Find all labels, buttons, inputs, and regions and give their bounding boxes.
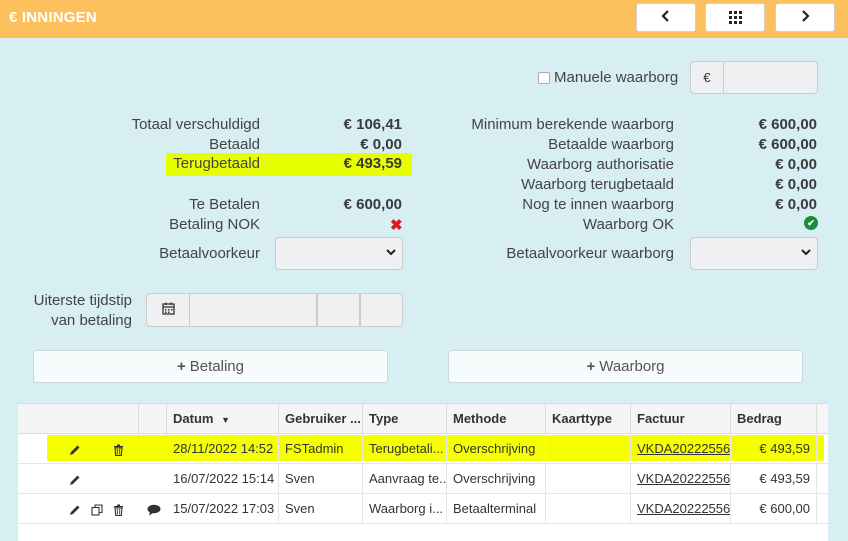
invoice-link[interactable]: VKDA20222556 <box>631 434 731 464</box>
column-header-invoice[interactable]: Factuur <box>631 404 731 435</box>
cell-method: Overschrijving <box>447 464 546 494</box>
chevron-down-icon <box>801 246 811 260</box>
cell-method: Betaalterminal <box>447 494 546 524</box>
trash-icon[interactable] <box>113 494 124 524</box>
check-circle-icon: ✔ <box>804 216 818 230</box>
column-header-amount[interactable]: Bedrag <box>731 404 817 435</box>
cell-cardtype <box>546 464 631 494</box>
comment-icon[interactable] <box>147 494 161 524</box>
deposit-ok-label: Waarborg OK <box>582 216 674 233</box>
total-due-label: Totaal verschuldigd <box>131 116 260 133</box>
cross-icon: ✖ <box>390 217 403 234</box>
pencil-icon[interactable] <box>69 494 81 524</box>
copy-icon[interactable] <box>91 494 103 524</box>
paid-label: Betaald <box>209 136 260 153</box>
payment-pref-label: Betaalvoorkeur <box>159 245 260 262</box>
deadline-label-line2: van betaling <box>51 312 132 329</box>
cell-type: Terugbetali... <box>363 434 447 464</box>
paid-deposit-label: Betaalde waarborg <box>548 136 674 153</box>
cell-method: Overschrijving <box>447 434 546 464</box>
deposit-auth-label: Waarborg authorisatie <box>526 156 674 173</box>
add-deposit-label: Waarborg <box>599 358 665 375</box>
chevron-right-icon <box>800 9 810 27</box>
overview-button[interactable] <box>705 3 765 32</box>
euro-addon: € <box>690 61 724 94</box>
refunded-label: Terugbetaald <box>173 155 260 172</box>
table-row[interactable]: 15/07/2022 17:03 Sven Waarborg i... Beta… <box>18 494 828 524</box>
cell-user: Sven <box>279 494 363 524</box>
pencil-icon[interactable] <box>69 434 81 464</box>
min-deposit-value: € 600,00 <box>758 116 817 133</box>
chevron-down-icon <box>386 246 396 260</box>
deposit-outstanding-label: Nog te innen waarborg <box>522 196 674 213</box>
manual-deposit-label: Manuele waarborg <box>554 69 679 86</box>
cell-type: Aanvraag te... <box>363 464 447 494</box>
to-pay-label: Te Betalen <box>189 196 260 213</box>
caret-down-icon: ▼ <box>221 415 230 425</box>
column-header-user[interactable]: Gebruiker ... <box>279 404 363 435</box>
deposit-refunded-label: Waarborg terugbetaald <box>521 176 674 193</box>
add-payment-button[interactable]: + Betaling <box>33 350 388 383</box>
actions-column-header <box>18 404 139 435</box>
total-due-value: € 106,41 <box>343 116 402 133</box>
add-payment-label: Betaling <box>189 358 244 375</box>
comment-column-header <box>139 404 167 435</box>
deadline-label-line1: Uiterste tijdstip <box>33 292 132 309</box>
next-button[interactable] <box>775 3 835 32</box>
trash-icon[interactable] <box>113 434 124 464</box>
paid-deposit-value: € 600,00 <box>758 136 817 153</box>
cell-type: Waarborg i... <box>363 494 447 524</box>
column-header-date[interactable]: Datum ▼ <box>167 404 279 435</box>
cell-date: 16/07/2022 15:14 <box>167 464 279 494</box>
deposit-outstanding-value: € 0,00 <box>775 196 817 213</box>
min-deposit-label: Minimum berekende waarborg <box>471 116 674 133</box>
table-row[interactable]: 16/07/2022 15:14 Sven Aanvraag te... Ove… <box>18 464 828 494</box>
calendar-icon <box>161 302 175 318</box>
invoice-link[interactable]: VKDA20222556 <box>631 464 731 494</box>
deposit-pref-select[interactable] <box>690 237 818 270</box>
cell-user: Sven <box>279 464 363 494</box>
column-header-method[interactable]: Methode <box>447 404 546 435</box>
page-title: € INNINGEN <box>9 9 97 26</box>
transactions-table: Datum ▼ Gebruiker ... Type Methode Kaart… <box>18 403 828 541</box>
manual-deposit-input[interactable] <box>723 61 818 94</box>
plus-icon: + <box>177 358 186 375</box>
chevron-left-icon <box>661 9 671 27</box>
grid-icon <box>728 11 742 24</box>
deposit-auth-value: € 0,00 <box>775 156 817 173</box>
cell-user: FSTadmin <box>279 434 363 464</box>
cell-date: 15/07/2022 17:03 <box>167 494 279 524</box>
calendar-button[interactable] <box>146 293 190 327</box>
previous-button[interactable] <box>636 3 696 32</box>
deadline-hour-input[interactable] <box>317 293 360 327</box>
deposit-refunded-value: € 0,00 <box>775 176 817 193</box>
cell-cardtype <box>546 434 631 464</box>
header-bar: € INNINGEN <box>0 0 848 38</box>
cell-amount: € 493,59 <box>731 434 817 464</box>
add-deposit-button[interactable]: + Waarborg <box>448 350 803 383</box>
cell-amount: € 493,59 <box>731 464 817 494</box>
cell-amount: € 600,00 <box>731 494 817 524</box>
table-header: Datum ▼ Gebruiker ... Type Methode Kaart… <box>18 403 828 435</box>
table-row[interactable]: 28/11/2022 14:52 FSTadmin Terugbetali...… <box>18 434 828 464</box>
cell-date: 28/11/2022 14:52 <box>167 434 279 464</box>
payment-nok-label: Betaling NOK <box>169 216 260 233</box>
to-pay-value: € 600,00 <box>343 196 402 213</box>
manual-deposit-checkbox[interactable] <box>538 72 550 84</box>
deposit-pref-label: Betaalvoorkeur waarborg <box>506 245 674 262</box>
cell-cardtype <box>546 494 631 524</box>
invoice-link[interactable]: VKDA20222556 <box>631 494 731 524</box>
deadline-minute-input[interactable] <box>360 293 403 327</box>
payment-pref-select[interactable] <box>275 237 403 270</box>
refunded-value: € 493,59 <box>343 155 402 172</box>
pencil-icon[interactable] <box>69 464 81 494</box>
column-header-type[interactable]: Type <box>363 404 447 435</box>
column-header-cardtype[interactable]: Kaarttype <box>546 404 631 435</box>
plus-icon: + <box>586 358 596 375</box>
paid-value: € 0,00 <box>360 136 402 153</box>
deadline-date-input[interactable] <box>189 293 317 327</box>
